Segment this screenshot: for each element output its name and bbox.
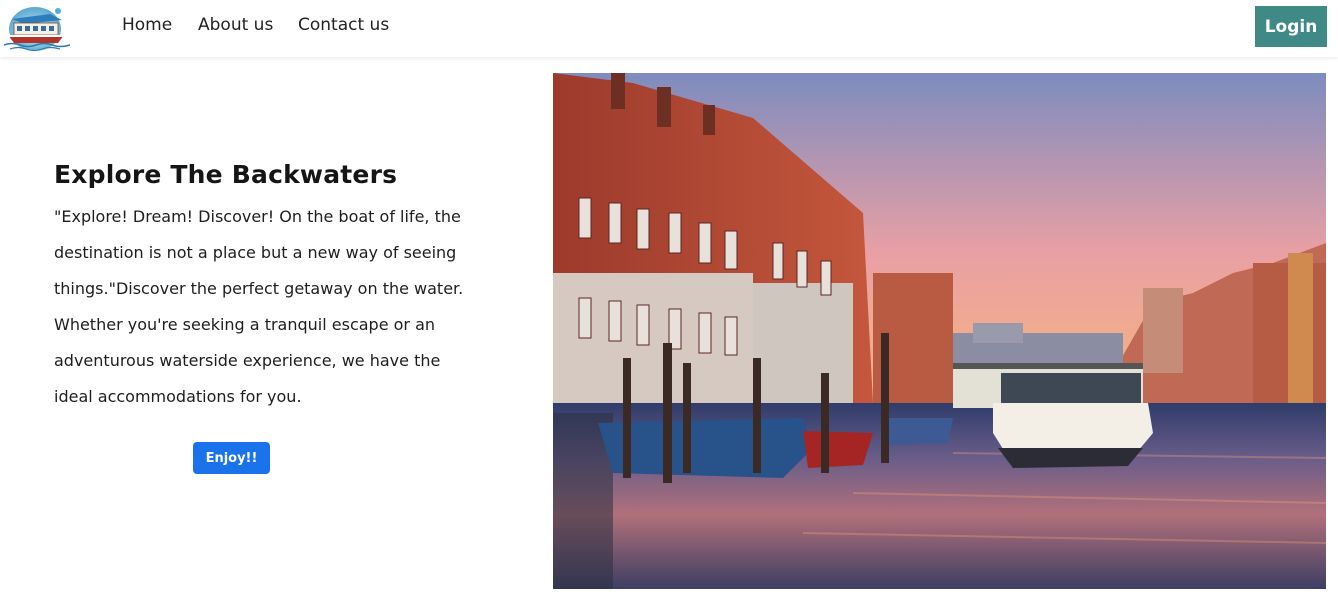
login-button[interactable]: Login [1255, 6, 1327, 47]
hero-title: Explore The Backwaters [54, 160, 398, 189]
hero-description: "Explore! Dream! Discover! On the boat o… [54, 207, 464, 406]
enjoy-button[interactable]: Enjoy!! [193, 442, 270, 474]
venice-canal-sunset-photo [553, 73, 1326, 589]
houseboat-logo-icon[interactable] [2, 3, 74, 53]
top-navbar: Home About us Contact us Login [0, 0, 1338, 57]
nav-link-home[interactable]: Home [122, 15, 172, 35]
hero-text-section: Explore The Backwaters "Explore! Dream! … [54, 160, 484, 415]
nav-link-contact-us[interactable]: Contact us [298, 15, 389, 35]
nav-link-about-us[interactable]: About us [198, 15, 273, 35]
